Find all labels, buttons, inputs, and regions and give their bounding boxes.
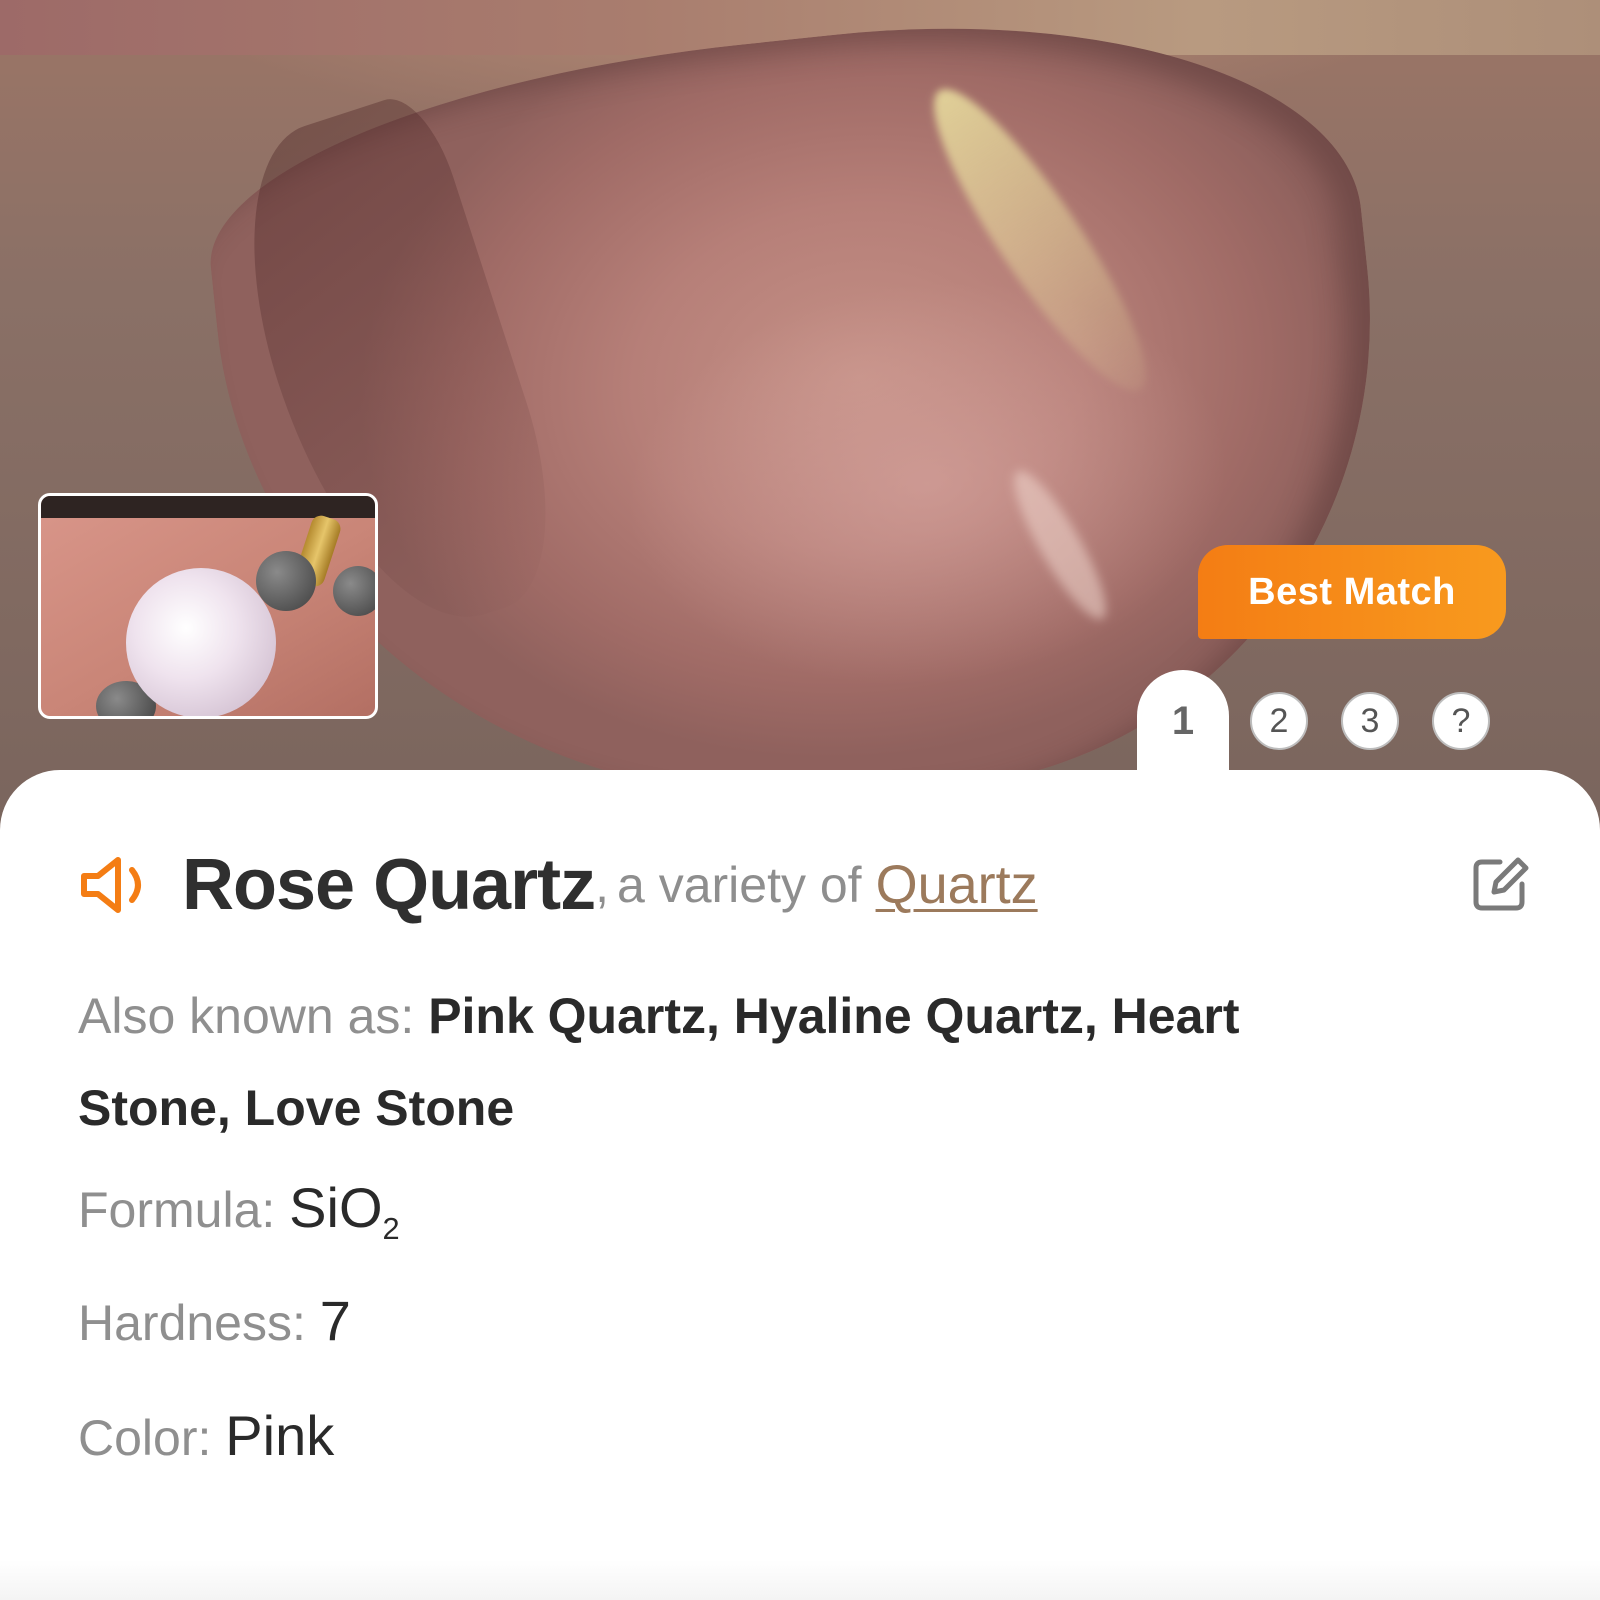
pager-item-unknown[interactable]: ? [1432,692,1490,750]
pager-item-2[interactable]: 2 [1250,692,1308,750]
variety-prefix: a variety of [617,857,862,913]
formula-subscript: 2 [382,1211,400,1247]
pager-item-1[interactable]: 1 [1154,692,1212,750]
hardness-value: 7 [319,1289,351,1352]
mineral-name: Rose Quartz [182,845,596,925]
hardness-row: Hardness: 7 [78,1275,1378,1369]
thumbnail-bead-dark [333,566,375,616]
color-label: Color: [78,1410,212,1466]
result-card: Rose Quartz, a variety of Quartz Also kn… [0,770,1600,1600]
aka-row: Also known as: Pink Quartz, Hyaline Quar… [78,970,1378,1154]
thumbnail-band [41,496,375,518]
formula-label: Formula: [78,1182,276,1238]
result-title-row: Rose Quartz, a variety of Quartz [78,840,1528,930]
formula-row: Formula: SiO2 [78,1162,1378,1275]
aka-label: Also known as: [78,988,415,1044]
formula-base: SiO [289,1176,383,1239]
specimen-photo: Best Match 1 2 3 ? [0,0,1600,830]
formula-value: SiO2 [289,1176,400,1246]
best-match-badge: Best Match [1198,545,1506,639]
reference-thumbnail[interactable] [38,493,378,719]
edit-icon[interactable] [1470,854,1530,914]
thumbnail-bead-quartz [126,568,276,716]
variety-link[interactable]: Quartz [876,854,1038,916]
bottom-fade [0,1560,1600,1600]
speaker-icon[interactable] [78,850,162,920]
result-pager: 1 2 3 ? [1135,670,1575,780]
title-separator: , [595,857,609,913]
thumbnail-bead-dark [256,551,316,611]
pager-item-3[interactable]: 3 [1341,692,1399,750]
hardness-label: Hardness: [78,1295,306,1351]
color-row: Color: Pink [78,1390,1378,1484]
color-value: Pink [225,1404,335,1467]
